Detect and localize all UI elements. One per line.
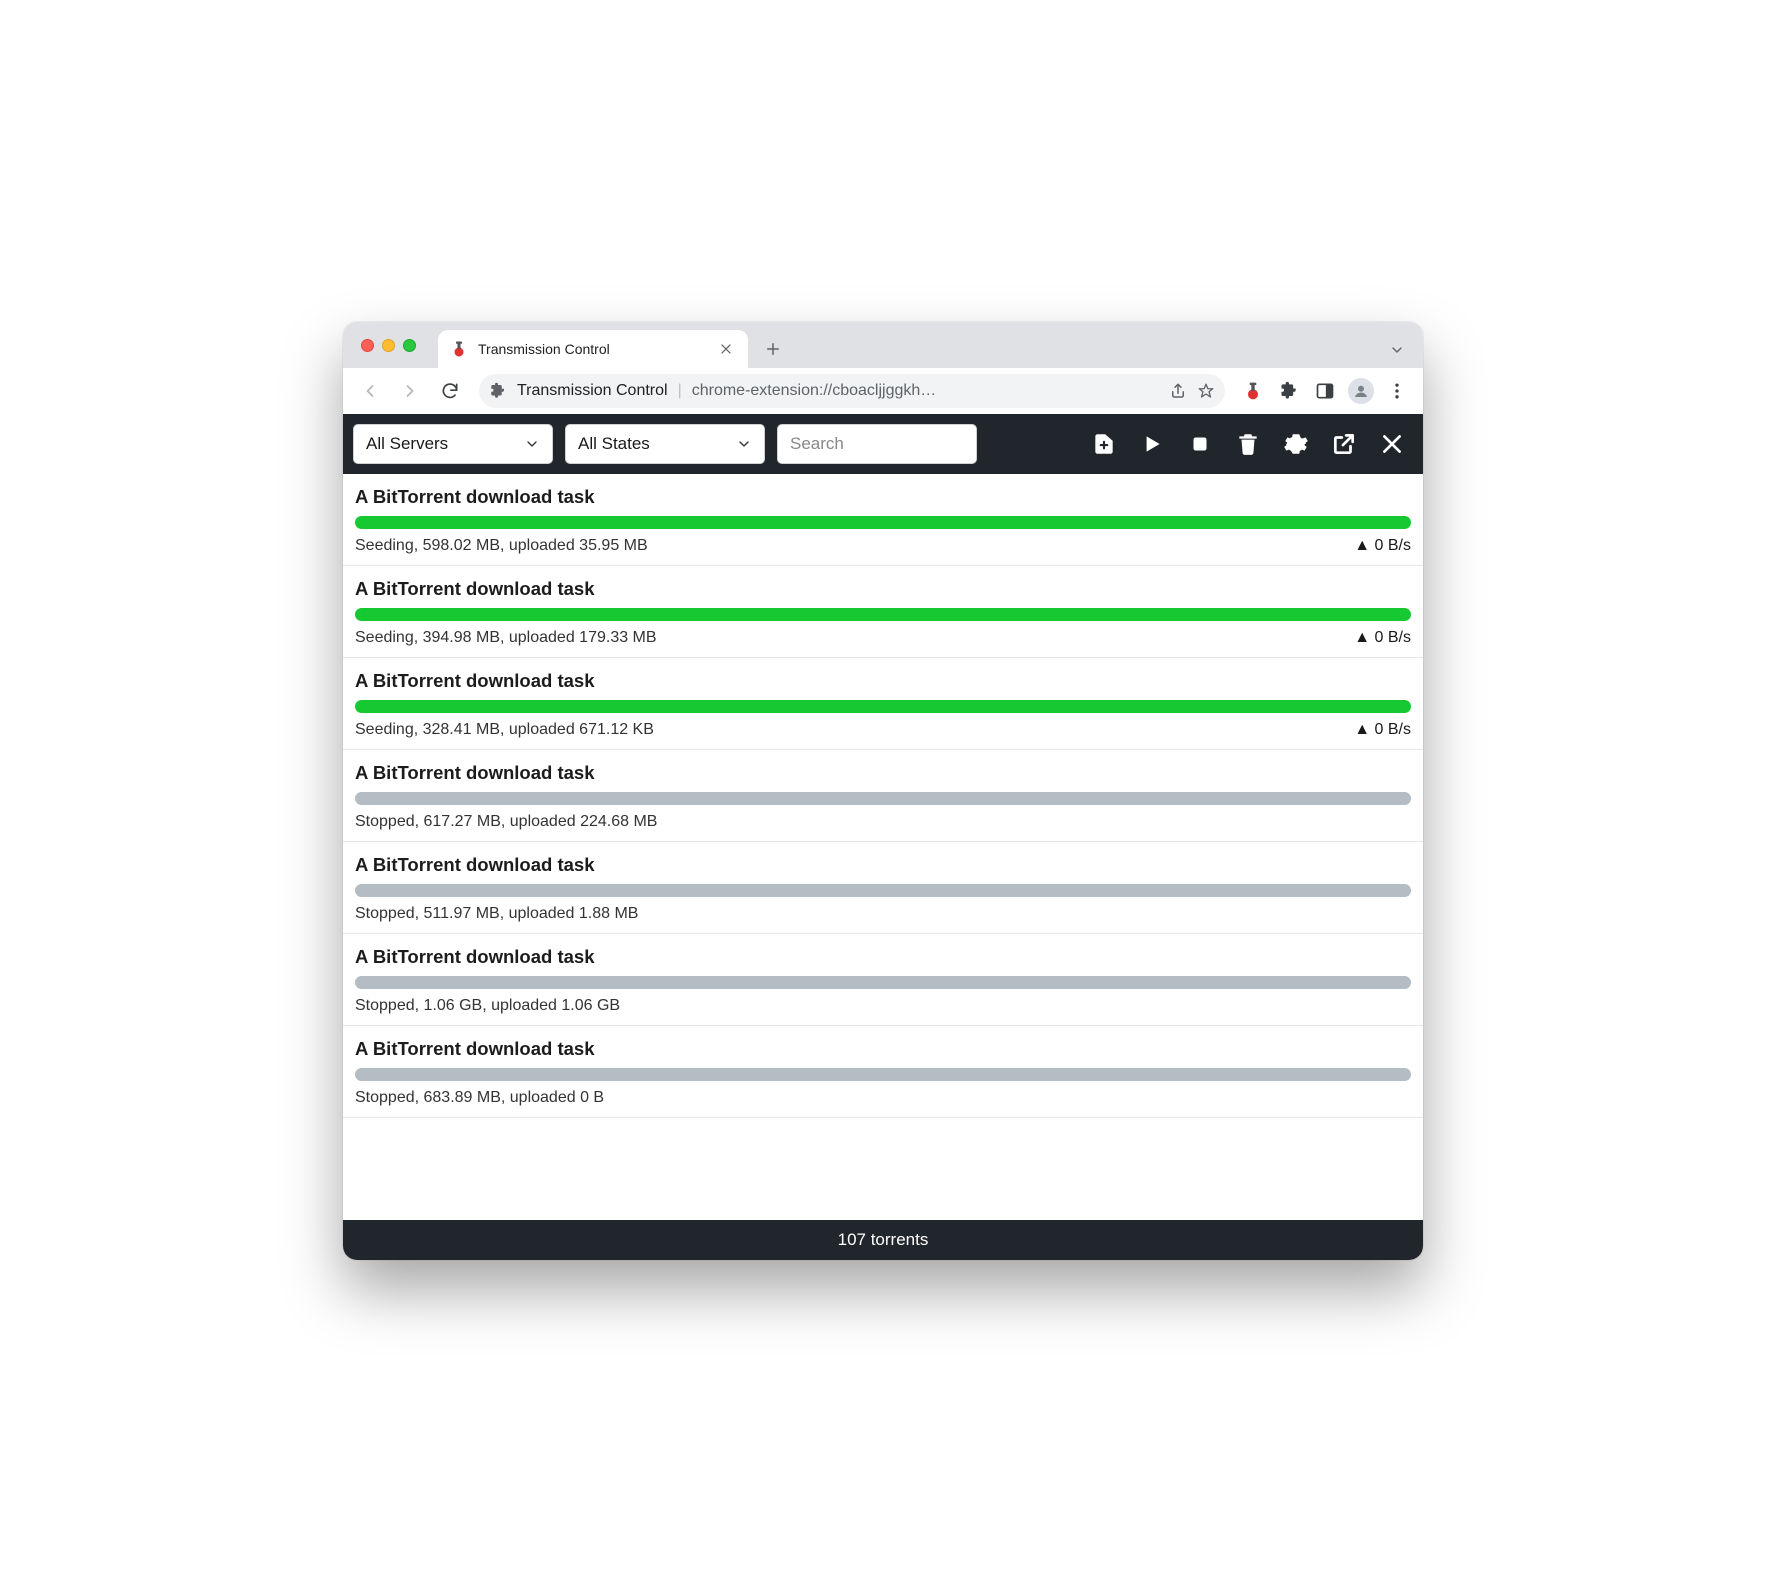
torrent-status: Stopped, 511.97 MB, uploaded 1.88 MB xyxy=(355,905,638,923)
chevron-down-icon xyxy=(524,436,540,452)
torrent-meta: Stopped, 617.27 MB, uploaded 224.68 MB xyxy=(355,813,1411,831)
stop-button[interactable] xyxy=(1185,429,1215,459)
server-filter-select[interactable]: All Servers xyxy=(353,424,553,464)
torrent-title: A BitTorrent download task xyxy=(355,946,1411,968)
profile-button[interactable] xyxy=(1345,375,1377,407)
torrent-status: Seeding, 394.98 MB, uploaded 179.33 MB xyxy=(355,629,657,647)
server-filter-value: All Servers xyxy=(366,434,448,454)
share-icon[interactable] xyxy=(1169,382,1187,400)
bookmark-icon[interactable] xyxy=(1197,382,1215,400)
back-button[interactable] xyxy=(353,374,387,408)
torrent-meta: Seeding, 598.02 MB, uploaded 35.95 MB ▲ 0… xyxy=(355,537,1411,555)
omnibox-label: Transmission Control xyxy=(517,382,668,400)
torrent-count: 107 torrents xyxy=(838,1230,929,1250)
torrent-status: Seeding, 598.02 MB, uploaded 35.95 MB xyxy=(355,537,648,555)
delete-button[interactable] xyxy=(1233,429,1263,459)
address-bar[interactable]: Transmission Control | chrome-extension:… xyxy=(479,374,1225,408)
tab-strip: Transmission Control xyxy=(343,322,1423,368)
torrent-row[interactable]: A BitTorrent download task Stopped, 683.8… xyxy=(343,1026,1423,1118)
search-input[interactable] xyxy=(777,424,977,464)
torrent-row[interactable]: A BitTorrent download task Stopped, 617.2… xyxy=(343,750,1423,842)
progress-bar xyxy=(355,976,1411,989)
close-panel-button[interactable] xyxy=(1377,429,1407,459)
torrent-row[interactable]: A BitTorrent download task Stopped, 1.06 … xyxy=(343,934,1423,1026)
pinned-extension-icon[interactable] xyxy=(1237,375,1269,407)
torrent-row[interactable]: A BitTorrent download task Seeding, 394.9… xyxy=(343,566,1423,658)
settings-button[interactable] xyxy=(1281,429,1311,459)
torrent-list[interactable]: A BitTorrent download task Seeding, 598.0… xyxy=(343,474,1423,1220)
torrent-title: A BitTorrent download task xyxy=(355,854,1411,876)
torrent-status: Stopped, 1.06 GB, uploaded 1.06 GB xyxy=(355,997,620,1015)
state-filter-select[interactable]: All States xyxy=(565,424,765,464)
sidepanel-icon[interactable] xyxy=(1309,375,1341,407)
browser-window: Transmission Control Transmission Contro… xyxy=(343,322,1423,1260)
state-filter-value: All States xyxy=(578,434,650,454)
extensions-icon[interactable] xyxy=(1273,375,1305,407)
torrent-status: Stopped, 683.89 MB, uploaded 0 B xyxy=(355,1089,604,1107)
upload-speed: ▲ 0 B/s xyxy=(1354,721,1411,739)
chevron-down-icon xyxy=(736,436,752,452)
torrent-meta: Seeding, 328.41 MB, uploaded 671.12 KB ▲ … xyxy=(355,721,1411,739)
torrent-meta: Seeding, 394.98 MB, uploaded 179.33 MB ▲ … xyxy=(355,629,1411,647)
torrent-row[interactable]: A BitTorrent download task Stopped, 511.9… xyxy=(343,842,1423,934)
chrome-actions xyxy=(1237,375,1413,407)
progress-bar xyxy=(355,516,1411,529)
torrent-status: Seeding, 328.41 MB, uploaded 671.12 KB xyxy=(355,721,654,739)
progress-bar xyxy=(355,608,1411,621)
minimize-window-button[interactable] xyxy=(382,339,395,352)
tab-title: Transmission Control xyxy=(478,341,610,357)
torrent-row[interactable]: A BitTorrent download task Seeding, 328.4… xyxy=(343,658,1423,750)
reload-button[interactable] xyxy=(433,374,467,408)
extension-toolbar: All Servers All States xyxy=(343,414,1423,474)
torrent-title: A BitTorrent download task xyxy=(355,762,1411,784)
chrome-menu-button[interactable] xyxy=(1381,375,1413,407)
progress-bar xyxy=(355,700,1411,713)
start-button[interactable] xyxy=(1137,429,1167,459)
torrent-meta: Stopped, 683.89 MB, uploaded 0 B xyxy=(355,1089,1411,1107)
browser-toolbar: Transmission Control | chrome-extension:… xyxy=(343,368,1423,414)
progress-bar xyxy=(355,1068,1411,1081)
torrent-title: A BitTorrent download task xyxy=(355,578,1411,600)
tab-favicon-icon xyxy=(450,340,468,358)
forward-button[interactable] xyxy=(393,374,427,408)
open-external-button[interactable] xyxy=(1329,429,1359,459)
new-tab-button[interactable] xyxy=(758,334,788,364)
extension-icon xyxy=(489,382,507,400)
upload-speed: ▲ 0 B/s xyxy=(1354,537,1411,555)
tabs-menu-button[interactable] xyxy=(1389,342,1405,358)
omnibox-separator: | xyxy=(678,382,682,400)
window-controls xyxy=(361,322,438,368)
maximize-window-button[interactable] xyxy=(403,339,416,352)
upload-speed: ▲ 0 B/s xyxy=(1354,629,1411,647)
browser-tab[interactable]: Transmission Control xyxy=(438,330,748,368)
omnibox-url: chrome-extension://cboacljjggkh… xyxy=(692,382,937,400)
torrent-meta: Stopped, 511.97 MB, uploaded 1.88 MB xyxy=(355,905,1411,923)
torrent-status: Stopped, 617.27 MB, uploaded 224.68 MB xyxy=(355,813,657,831)
status-bar: 107 torrents xyxy=(343,1220,1423,1260)
torrent-title: A BitTorrent download task xyxy=(355,486,1411,508)
torrent-title: A BitTorrent download task xyxy=(355,1038,1411,1060)
progress-bar xyxy=(355,792,1411,805)
close-window-button[interactable] xyxy=(361,339,374,352)
tab-close-button[interactable] xyxy=(716,339,736,359)
torrent-meta: Stopped, 1.06 GB, uploaded 1.06 GB xyxy=(355,997,1411,1015)
torrent-title: A BitTorrent download task xyxy=(355,670,1411,692)
torrent-row[interactable]: A BitTorrent download task Seeding, 598.0… xyxy=(343,474,1423,566)
progress-bar xyxy=(355,884,1411,897)
add-torrent-button[interactable] xyxy=(1089,429,1119,459)
